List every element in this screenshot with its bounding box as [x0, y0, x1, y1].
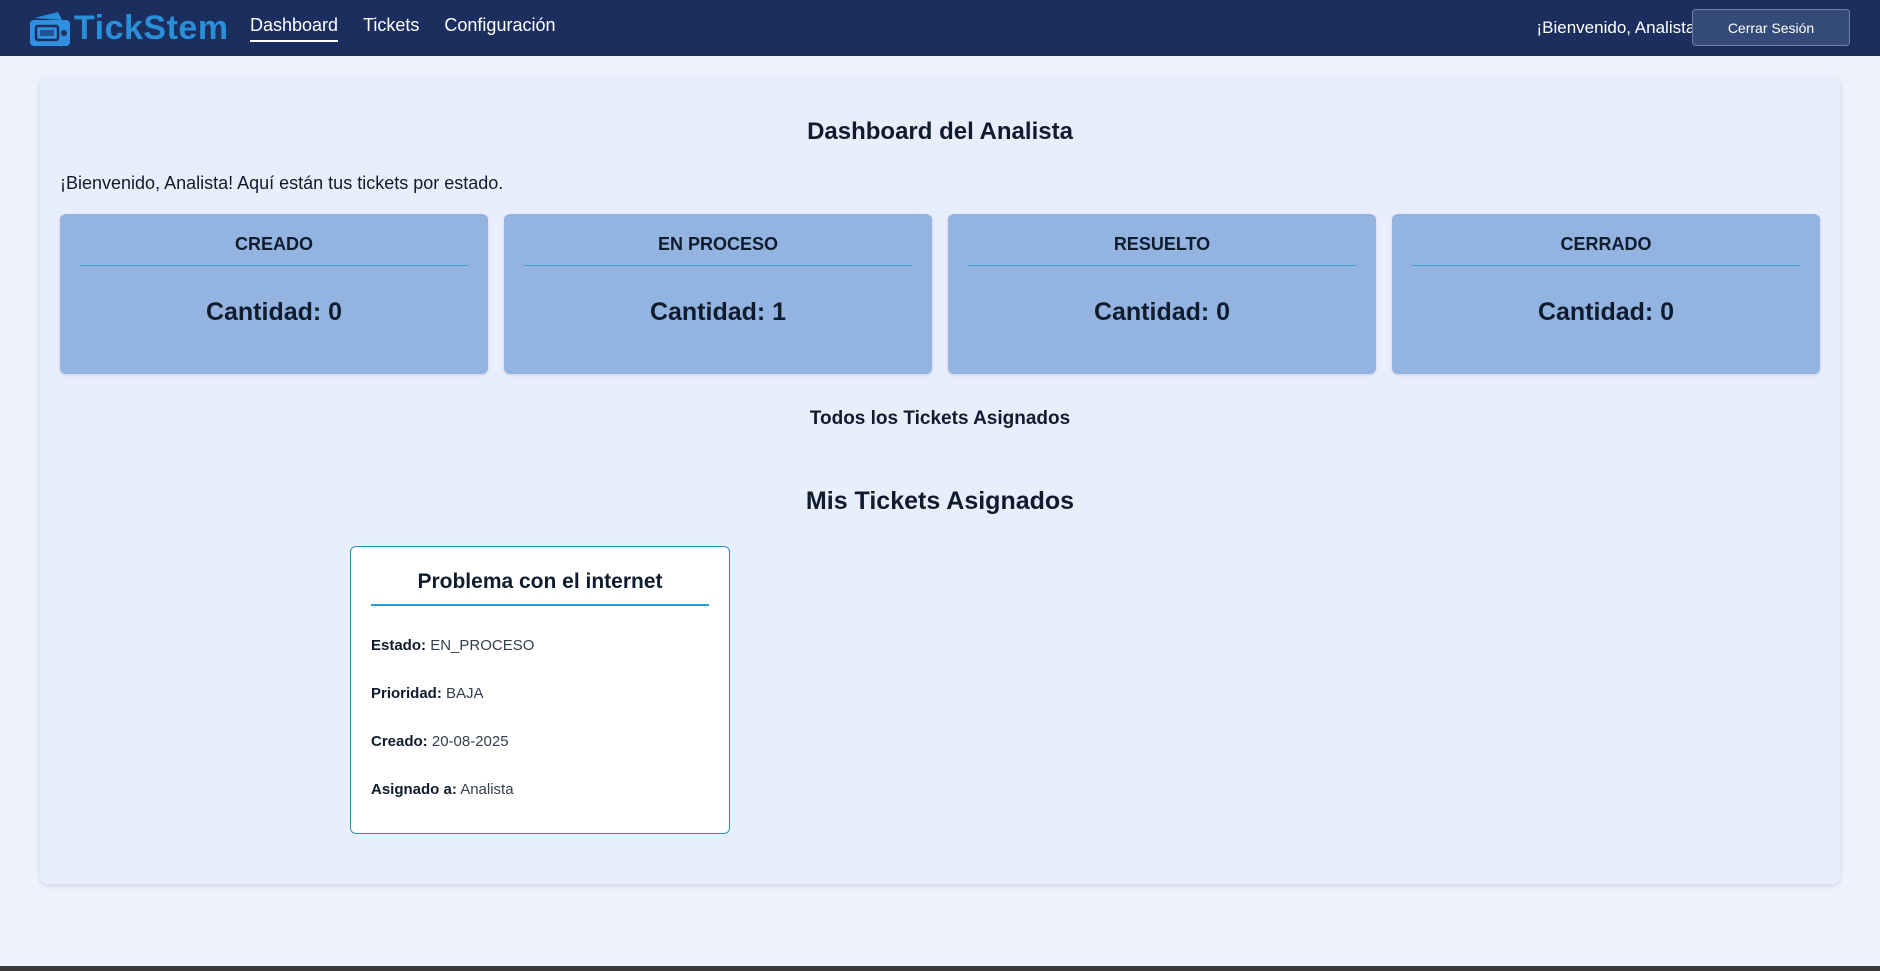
- brand-name: TickStem: [74, 8, 229, 47]
- my-tickets-heading: Mis Tickets Asignados: [805, 487, 1075, 515]
- stat-card-en-proceso: EN PROCESO Cantidad: 1: [504, 214, 932, 374]
- main-nav: Dashboard Tickets Configuración: [250, 0, 555, 56]
- ticket-field-prioridad: Prioridad: BAJA: [371, 685, 484, 702]
- stat-card-creado: CREADO Cantidad: 0: [60, 214, 488, 374]
- field-value: EN_PROCESO: [430, 637, 535, 654]
- welcome-message: ¡Bienvenido, Analista! Aquí están tus ti…: [60, 173, 504, 193]
- logout-button[interactable]: Cerrar Sesión: [1692, 9, 1850, 46]
- user-welcome: ¡Bienvenido, Analista!: [1536, 18, 1701, 37]
- stat-title: CREADO: [80, 234, 468, 266]
- stat-count: Cantidad: 1: [649, 298, 787, 326]
- field-value: Analista: [460, 781, 514, 798]
- stat-count: Cantidad: 0: [1093, 298, 1231, 326]
- nav-tickets[interactable]: Tickets: [363, 15, 419, 42]
- stat-count: Cantidad: 0: [1537, 298, 1675, 326]
- field-label: Estado:: [371, 637, 427, 654]
- ticket-field-creado: Creado: 20-08-2025: [371, 733, 509, 750]
- stat-title: CERRADO: [1412, 234, 1800, 266]
- stat-title: RESUELTO: [968, 234, 1356, 266]
- stat-title: EN PROCESO: [524, 234, 912, 266]
- window-bottom-edge: [0, 966, 1880, 971]
- page-title: Dashboard del Analista: [807, 118, 1073, 145]
- nav-dashboard[interactable]: Dashboard: [250, 15, 339, 42]
- stat-card-resuelto: RESUELTO Cantidad: 0: [948, 214, 1376, 374]
- nav-configuracion[interactable]: Configuración: [444, 15, 555, 42]
- stat-count: Cantidad: 0: [205, 298, 343, 326]
- field-value: BAJA: [446, 685, 484, 702]
- ticket-field-estado: Estado: EN_PROCESO: [371, 637, 534, 654]
- all-tickets-heading: Todos los Tickets Asignados: [809, 408, 1071, 429]
- ticket-field-asignado: Asignado a: Analista: [371, 781, 514, 798]
- stat-card-cerrado: CERRADO Cantidad: 0: [1392, 214, 1820, 374]
- dashboard-panel: Dashboard del Analista ¡Bienvenido, Anal…: [40, 77, 1840, 884]
- field-label: Asignado a:: [371, 781, 457, 798]
- ticket-title: Problema con el internet: [371, 570, 709, 606]
- field-value: 20-08-2025: [431, 733, 509, 750]
- field-label: Prioridad:: [371, 685, 442, 702]
- brand-logo[interactable]: TickStem: [28, 6, 229, 50]
- top-navbar: TickStem Dashboard Tickets Configuración…: [0, 0, 1880, 56]
- ticket-card[interactable]: Problema con el internet Estado: EN_PROC…: [350, 546, 730, 834]
- field-label: Creado:: [371, 733, 428, 750]
- ticket-logo-icon: [30, 12, 70, 46]
